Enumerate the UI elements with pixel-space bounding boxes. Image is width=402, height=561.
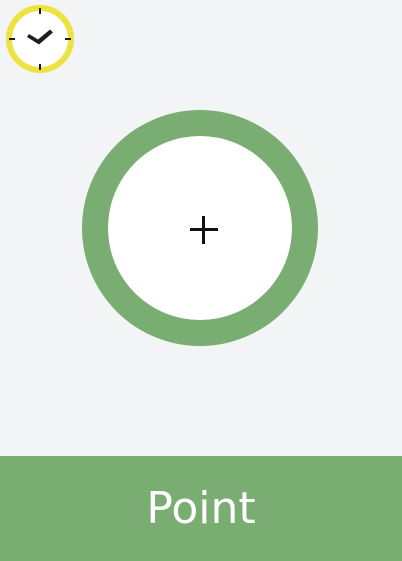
point-target[interactable] [82, 110, 318, 346]
clock-icon-graphic [6, 5, 74, 73]
crosshair-icon [190, 216, 218, 244]
point-target-center[interactable] [108, 136, 292, 320]
point-button-label: Point [146, 482, 256, 534]
point-button[interactable]: Point [0, 456, 402, 561]
clock-icon [4, 3, 76, 75]
